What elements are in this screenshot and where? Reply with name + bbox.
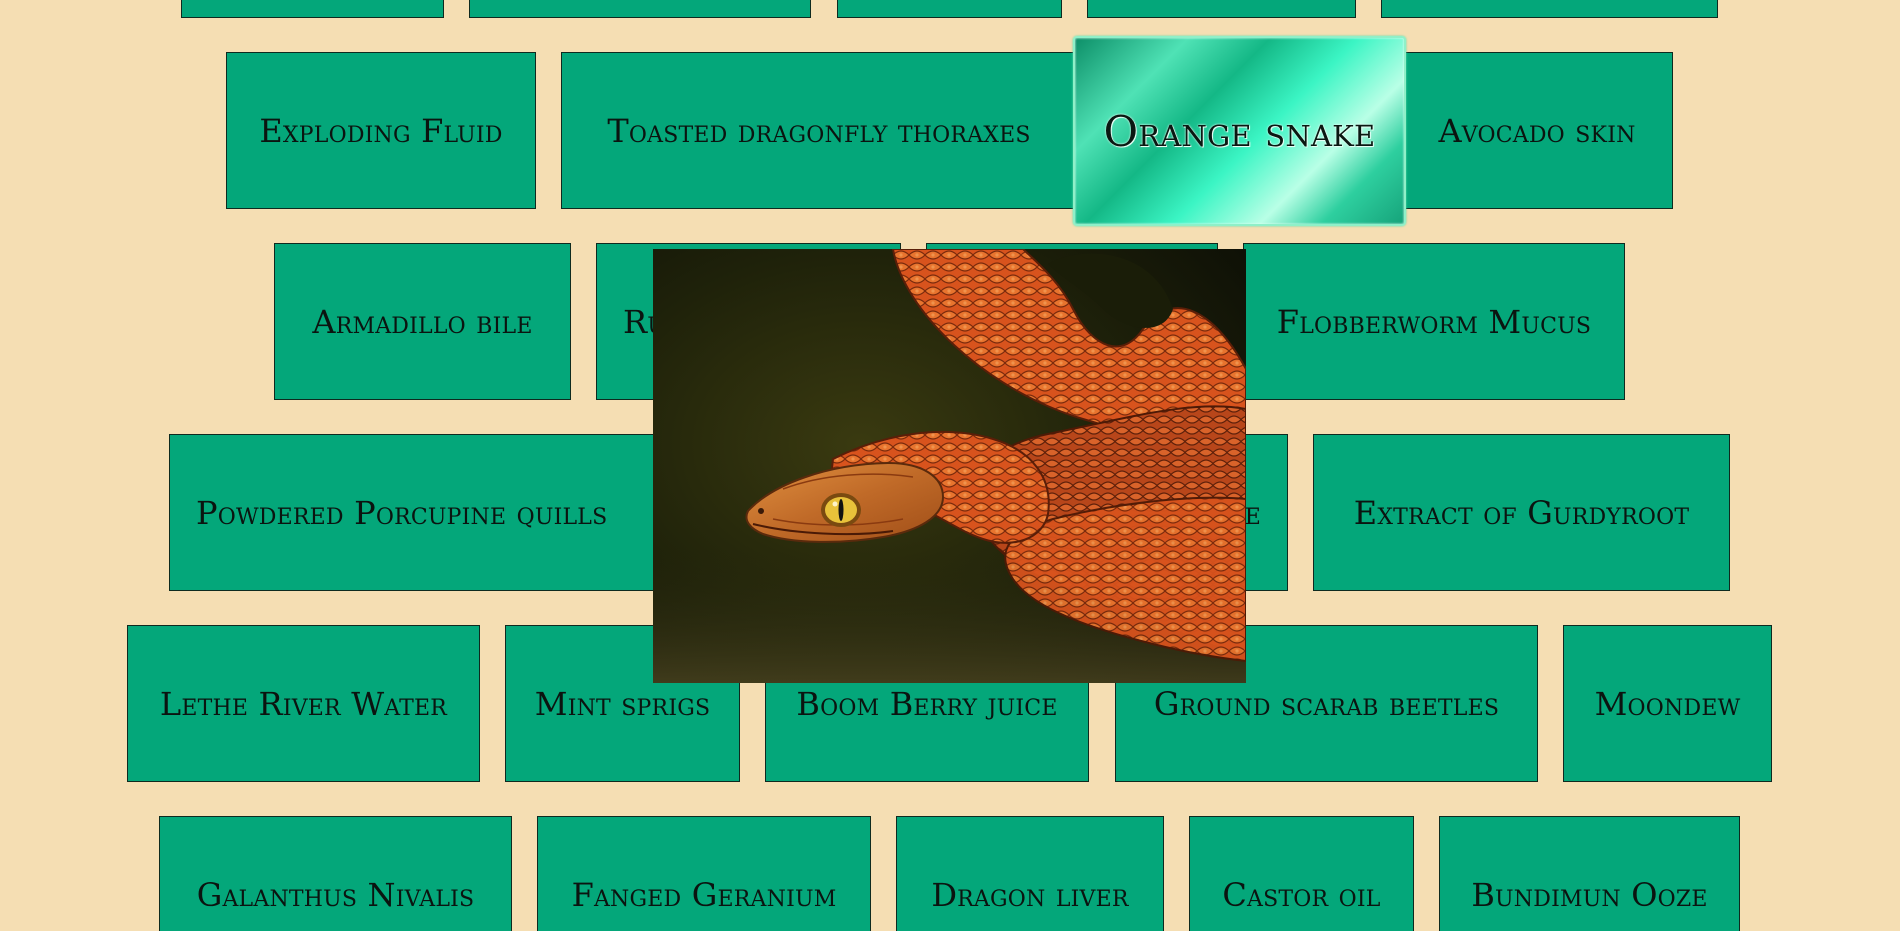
tile-label: Armadillo bile [312, 302, 533, 341]
tile-label: Mint sprigs [534, 684, 711, 723]
ingredient-tile-row1-1[interactable] [181, 0, 444, 18]
ingredient-tile-row1-5[interactable] [1381, 0, 1718, 18]
ingredient-tile-fanged-geranium[interactable]: Fanged Geranium [537, 816, 871, 931]
tile-label: Avocado skin [1438, 111, 1636, 150]
tile-label: Castor oil [1222, 875, 1381, 914]
tile-label: Flobberworm Mucus [1276, 302, 1592, 341]
tile-label: Toasted dragonfly thoraxes [607, 111, 1031, 150]
ingredient-tile-exploding-fluid[interactable]: Exploding Fluid [226, 52, 536, 209]
tile-label: Exploding Fluid [259, 111, 503, 150]
ingredient-tile-avocado-skin[interactable]: Avocado skin [1401, 52, 1673, 209]
tile-label: Fanged Geranium [571, 875, 837, 914]
ingredient-tile-toasted-dragonfly-thoraxes[interactable]: Toasted dragonfly thoraxes [561, 52, 1077, 209]
tile-label: Dragon liver [931, 875, 1129, 914]
tile-label: e [1244, 493, 1261, 532]
tile-label: Boom Berry juice [796, 684, 1058, 723]
ingredient-tile-row1-2[interactable] [469, 0, 811, 18]
ingredient-tile-flobberworm-mucus[interactable]: Flobberworm Mucus [1243, 243, 1625, 400]
orange-snake-photo [653, 249, 1246, 683]
tile-label: Powdered Porcupine quills [196, 493, 608, 532]
tile-label: Lethe River Water [159, 684, 448, 723]
ingredient-tile-castor-oil[interactable]: Castor oil [1189, 816, 1414, 931]
ingredient-tile-armadillo-bile[interactable]: Armadillo bile [274, 243, 571, 400]
ingredient-tile-powdered-porcupine-quills[interactable]: Powdered Porcupine quills [169, 434, 657, 591]
ingredient-board: Exploding Fluid Toasted dragonfly thorax… [0, 0, 1900, 931]
tile-label: Bundimun Ooze [1471, 875, 1708, 914]
ingredient-tile-galanthus-nivalis[interactable]: Galanthus Nivalis [159, 816, 512, 931]
tile-label: Extract of Gurdyroot [1353, 493, 1690, 532]
tile-label: Galanthus Nivalis [196, 875, 475, 914]
ingredient-tile-row1-3[interactable] [837, 0, 1062, 18]
ingredient-tile-dragon-liver[interactable]: Dragon liver [896, 816, 1164, 931]
tile-label: Orange snake [1103, 106, 1376, 156]
ingredient-preview-image [653, 249, 1246, 683]
tile-label: Ground scarab beetles [1153, 684, 1500, 723]
ingredient-tile-row1-4[interactable] [1087, 0, 1356, 18]
tile-label: Moondew [1594, 684, 1741, 723]
ingredient-tile-orange-snake[interactable]: Orange snake [1073, 36, 1406, 226]
ingredient-tile-lethe-river-water[interactable]: Lethe River Water [127, 625, 480, 782]
ingredient-tile-moondew[interactable]: Moondew [1563, 625, 1772, 782]
ingredient-tile-bundimun-ooze[interactable]: Bundimun Ooze [1439, 816, 1740, 931]
ingredient-tile-extract-of-gurdyroot[interactable]: Extract of Gurdyroot [1313, 434, 1730, 591]
